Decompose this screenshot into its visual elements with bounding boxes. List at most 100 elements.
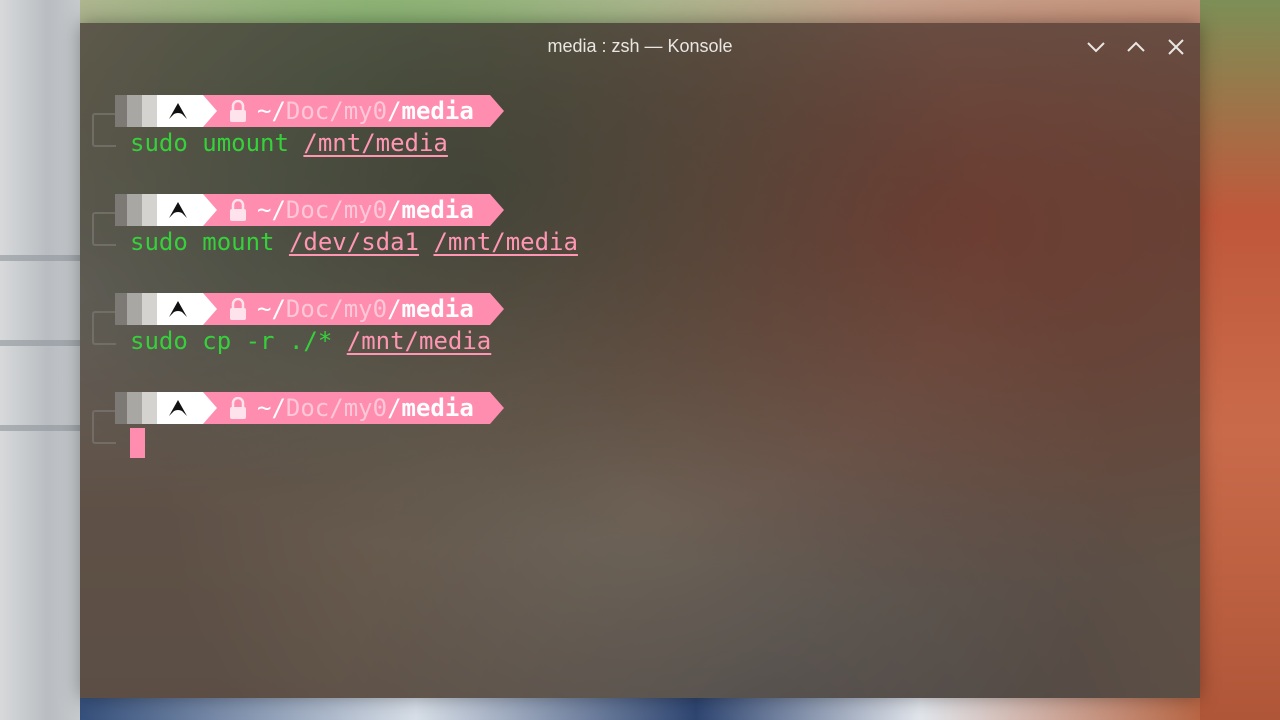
path-dir: my0 [343, 394, 388, 422]
path-sep: / [329, 295, 344, 323]
prompt-segment [127, 194, 142, 226]
path-segment: ~/Doc / my0/media [217, 95, 490, 127]
lock-icon [230, 397, 246, 419]
command-line: sudo mount /dev/sda1 /mnt/media [130, 228, 578, 256]
text-cursor[interactable] [130, 428, 145, 458]
path-current: media [401, 295, 474, 323]
prompt-line: ~/Doc / my0/media [115, 95, 504, 127]
lock-icon [230, 100, 246, 122]
command-path: /mnt/media [303, 129, 448, 157]
title-bar[interactable]: media : zsh — Konsole [80, 23, 1200, 71]
path-current: media [401, 97, 474, 125]
path-sep: / [387, 97, 402, 125]
wallpaper-stripe [0, 340, 80, 346]
wallpaper-stripe [0, 425, 80, 431]
prompt-segment [127, 293, 142, 325]
active-prompt-block: ~/Doc / my0/media [90, 392, 1190, 462]
command-text: sudo mount [130, 228, 289, 256]
command-block: ~/Doc / my0/media sudo cp -r ./* /mnt/medi… [90, 293, 1190, 363]
prompt-separator [203, 194, 217, 226]
chevron-down-icon [1087, 42, 1105, 53]
arch-linux-icon [169, 202, 187, 218]
prompt-segment [142, 95, 157, 127]
path-home: ~/ [257, 196, 286, 224]
wallpaper-bottom [80, 698, 1200, 720]
path-sep: / [387, 196, 402, 224]
arch-linux-icon [169, 400, 187, 416]
path-dir: Doc [285, 394, 330, 422]
wallpaper-right [1200, 0, 1280, 720]
arch-linux-icon [169, 103, 187, 119]
os-segment [157, 95, 203, 127]
prompt-separator [489, 194, 504, 226]
path-sep: / [329, 97, 344, 125]
prompt-line: ~/Doc / my0/media [115, 194, 504, 226]
maximize-button[interactable] [1124, 35, 1148, 59]
os-segment [157, 392, 203, 424]
lock-icon [230, 298, 246, 320]
path-home: ~/ [257, 295, 286, 323]
prompt-separator [489, 392, 504, 424]
path-segment: ~/Doc / my0/media [217, 392, 490, 424]
prompt-bracket [92, 113, 116, 147]
chevron-up-icon [1127, 41, 1145, 52]
prompt-segment [115, 95, 127, 127]
prompt-line: ~/Doc / my0/media [115, 392, 504, 424]
arch-linux-icon [169, 301, 187, 317]
prompt-segment [127, 392, 142, 424]
path-dir: my0 [343, 97, 388, 125]
path-current: media [401, 196, 474, 224]
command-line: sudo cp -r ./* /mnt/media [130, 327, 491, 355]
prompt-separator [489, 293, 504, 325]
path-sep: / [387, 394, 402, 422]
prompt-separator [203, 392, 217, 424]
window-title: media : zsh — Konsole [547, 36, 733, 56]
path-home: ~/ [257, 394, 286, 422]
prompt-segment [115, 392, 127, 424]
command-block: ~/Doc / my0/media sudo mount /dev/sda1 /mn… [90, 194, 1190, 264]
path-sep: / [329, 394, 344, 422]
terminal-area[interactable]: ~/Doc / my0/media sudo umount /mnt/media ~… [80, 71, 1200, 698]
prompt-separator [203, 293, 217, 325]
prompt-separator [203, 95, 217, 127]
path-current: media [401, 394, 474, 422]
prompt-bracket [92, 212, 116, 246]
path-sep: / [329, 196, 344, 224]
command-path: /mnt/media [433, 228, 578, 256]
close-icon [1168, 39, 1184, 55]
command-path: /mnt/media [346, 327, 492, 355]
wallpaper-left [0, 0, 80, 720]
prompt-segment [127, 95, 142, 127]
path-dir: my0 [343, 295, 388, 323]
prompt-segment [115, 194, 127, 226]
prompt-line: ~/Doc / my0/media [115, 293, 504, 325]
konsole-window[interactable]: media : zsh — Konsole ~/Doc/my0/media [80, 23, 1200, 698]
wallpaper-stripe [0, 255, 80, 261]
command-text [419, 228, 433, 256]
command-text: sudo umount [130, 129, 304, 157]
path-dir: Doc [285, 97, 330, 125]
path-dir: Doc [285, 196, 330, 224]
prompt-bracket [92, 410, 116, 444]
path-dir: Doc [285, 295, 330, 323]
prompt-segment [115, 293, 127, 325]
path-sep: / [387, 295, 402, 323]
prompt-separator [489, 95, 504, 127]
prompt-segment [142, 293, 157, 325]
minimize-button[interactable] [1084, 35, 1108, 59]
prompt-segment [142, 392, 157, 424]
path-home: ~/ [257, 97, 286, 125]
prompt-bracket [92, 311, 116, 345]
path-dir: my0 [343, 196, 388, 224]
command-line: sudo umount /mnt/media [130, 129, 448, 157]
command-text: sudo cp -r ./* [130, 327, 347, 355]
lock-icon [230, 199, 246, 221]
path-segment: ~/Doc / my0/media [217, 194, 490, 226]
path-segment: ~/Doc / my0/media [217, 293, 490, 325]
os-segment [157, 293, 203, 325]
os-segment [157, 194, 203, 226]
command-block: ~/Doc / my0/media sudo umount /mnt/media [90, 95, 1190, 165]
command-path: /dev/sda1 [288, 228, 419, 256]
prompt-segment [142, 194, 157, 226]
close-button[interactable] [1164, 35, 1188, 59]
